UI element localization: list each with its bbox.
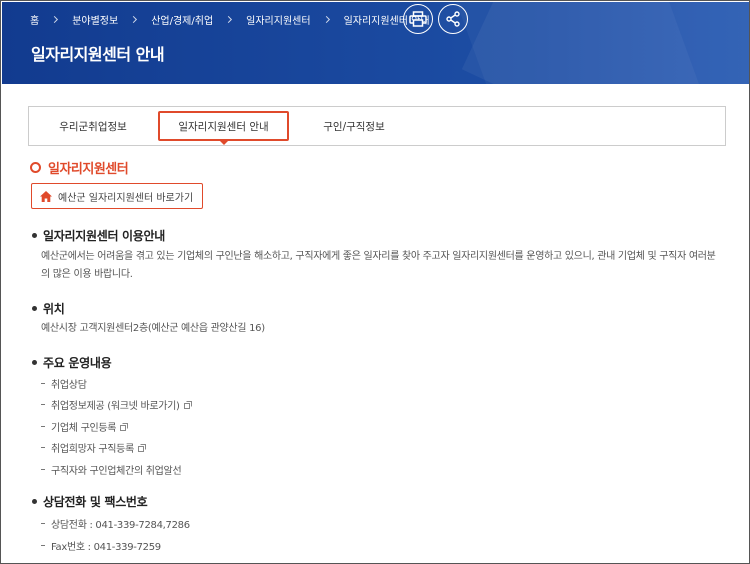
contact-heading-text: 상담전화 및 팩스번호 (43, 495, 148, 509)
shortcut-label: 예산군 일자리지원센터 바로가기 (58, 192, 194, 204)
bullet-dot (32, 233, 37, 238)
breadcrumb-job-center[interactable]: 일자리지원센터 (246, 12, 310, 27)
services-heading-text: 주요 운영내용 (43, 356, 112, 370)
phone-number: 상담전화 : 041-339-7284,7286 (51, 520, 190, 531)
location-heading: 위치 (32, 300, 65, 317)
section-title-text: 일자리지원센터 (48, 162, 129, 177)
new-window-icon (137, 443, 146, 452)
fax-item: Fax번호 : 041-339-7259 (41, 538, 161, 553)
home-icon (40, 190, 52, 202)
info-heading: 일자리지원센터 이용안내 (32, 227, 165, 244)
section-title: 일자리지원센터 (30, 158, 129, 177)
location-text: 예산시장 고객지원센터2층(예산군 예산읍 관양산길 16) (41, 323, 265, 334)
chevron-right-icon (130, 15, 138, 23)
services-heading: 주요 운영내용 (32, 354, 112, 371)
bullet-dot (32, 499, 37, 504)
service-job-info: 취업정보제공 (워크넷 바로가기) (51, 401, 180, 412)
chevron-right-icon (225, 15, 233, 23)
chevron-right-icon (51, 15, 59, 23)
worknet-link[interactable]: 취업정보제공 (워크넷 바로가기) (41, 397, 192, 412)
breadcrumb-industry[interactable]: 산업/경제/취업 (151, 12, 213, 27)
fax-number: Fax번호 : 041-339-7259 (51, 542, 161, 553)
service-counseling: 취업상담 (51, 380, 87, 391)
page-title: 일자리지원센터 안내 (31, 45, 165, 64)
list-item: 구직자와 구인업체간의 취업알선 (41, 462, 182, 477)
service-company-register: 기업체 구인등록 (51, 423, 117, 434)
print-button[interactable] (403, 4, 433, 34)
location-heading-text: 위치 (43, 302, 65, 316)
bullet-dot (32, 306, 37, 311)
company-recruit-link[interactable]: 기업체 구인등록 (41, 419, 129, 434)
breadcrumb-category[interactable]: 분야별정보 (72, 12, 118, 27)
tab-job-center[interactable]: 일자리지원센터 안내 (158, 111, 289, 145)
share-button[interactable] (438, 4, 468, 34)
share-icon (446, 11, 460, 27)
contact-heading: 상담전화 및 팩스번호 (32, 493, 148, 510)
circle-bullet-icon (30, 162, 41, 173)
job-center-shortcut-button[interactable]: 예산군 일자리지원센터 바로가기 (31, 183, 204, 209)
service-matching: 구직자와 구인업체간의 취업알선 (51, 466, 182, 477)
tab-recruit[interactable]: 구인/구직정보 (293, 107, 415, 145)
new-window-icon (183, 400, 192, 409)
phone-item: 상담전화 : 041-339-7284,7286 (41, 516, 190, 531)
breadcrumb-home[interactable]: 홈 (30, 12, 39, 27)
info-heading-text: 일자리지원센터 이용안내 (43, 229, 166, 243)
tab-local-jobs[interactable]: 우리군취업정보 (31, 107, 155, 145)
tab-bar: 우리군취업정보 일자리지원센터 안내 구인/구직정보 (28, 106, 726, 146)
service-seeker-register: 취업희망자 구직등록 (51, 444, 134, 455)
jobseeker-register-link[interactable]: 취업희망자 구직등록 (41, 440, 146, 455)
main-content: 우리군취업정보 일자리지원센터 안내 구인/구직정보 일자리지원센터 예산군 일… (2, 84, 749, 563)
info-text: 예산군에서는 어려움을 겪고 있는 기업체의 구인난을 해소하고, 구직자에게 … (41, 251, 716, 280)
print-icon (409, 11, 427, 27)
bullet-dot (32, 360, 37, 365)
chevron-right-icon (322, 15, 330, 23)
page-frame: 홈 분야별정보 산업/경제/취업 일자리지원센터 일자리지원센터 안내 일자리지… (0, 0, 750, 564)
list-item: 취업상담 (41, 376, 87, 391)
breadcrumb: 홈 분야별정보 산업/경제/취업 일자리지원센터 일자리지원센터 안내 (2, 2, 430, 36)
new-window-icon (120, 422, 129, 431)
header-banner: 홈 분야별정보 산업/경제/취업 일자리지원센터 일자리지원센터 안내 일자리지… (2, 2, 749, 84)
